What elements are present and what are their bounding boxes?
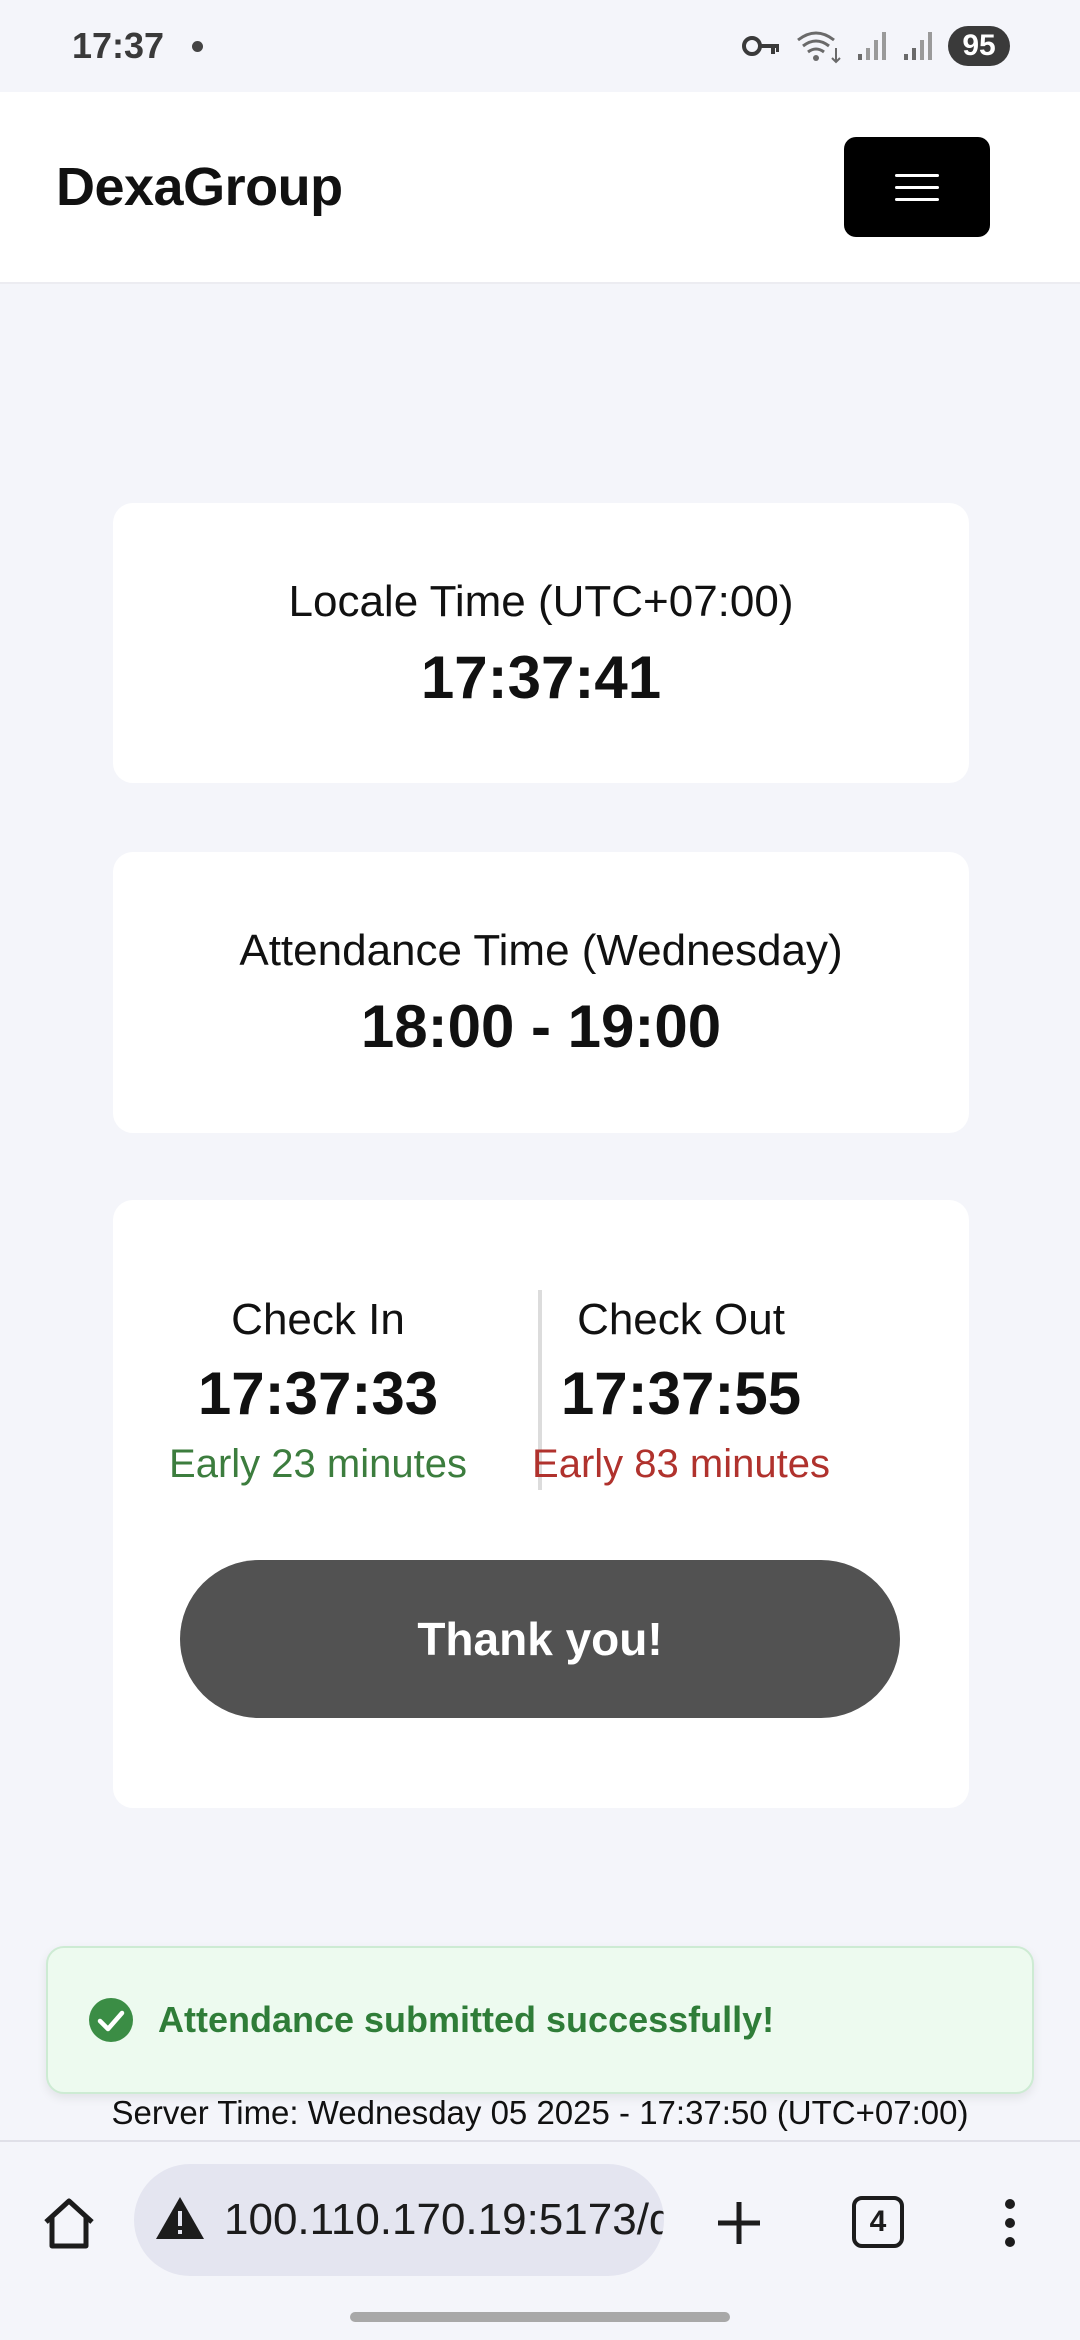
status-left: 17:37 (72, 25, 204, 67)
check-out-label: Check Out (577, 1295, 785, 1344)
check-in-note: Early 23 minutes (169, 1442, 467, 1486)
battery-icon: 95 (948, 26, 1010, 66)
thank-you-button[interactable]: Thank you! (180, 1560, 900, 1718)
toast-message: Attendance submitted successfully! (158, 1999, 775, 2040)
check-out-note: Early 83 minutes (532, 1442, 830, 1486)
vpn-key-icon (742, 32, 782, 60)
tabs-icon[interactable]: 4 (852, 2196, 904, 2248)
check-circle-icon (88, 1997, 134, 2043)
warning-icon[interactable] (154, 2195, 206, 2246)
url-bar[interactable]: 100.110.170.19:5173/d (134, 2164, 664, 2276)
locale-time-value: 17:37:41 (420, 644, 662, 711)
attendance-time-card: Attendance Time (Wednesday) 18:00 - 19:0… (113, 852, 969, 1133)
hamburger-menu-icon (895, 197, 939, 201)
locale-time-card: Locale Time (UTC+07:00) 17:37:41 (113, 503, 969, 783)
home-icon[interactable] (38, 2192, 100, 2254)
status-right: 95 (742, 26, 1010, 66)
more-vert-icon[interactable] (996, 2192, 1024, 2254)
locale-time-label: Locale Time (UTC+07:00) (288, 577, 794, 626)
menu-button[interactable] (844, 137, 990, 237)
plus-icon[interactable] (708, 2192, 770, 2254)
app-header: DexaGroup (0, 92, 1080, 284)
success-toast[interactable]: Attendance submitted successfully! (46, 1946, 1034, 2094)
status-time: 17:37 (72, 25, 165, 66)
wifi-icon (796, 28, 842, 64)
check-in-label: Check In (231, 1295, 405, 1344)
attendance-time-label: Attendance Time (Wednesday) (239, 926, 843, 975)
server-time: Server Time: Wednesday 05 2025 - 17:37:5… (111, 2094, 969, 2131)
check-in-time: 17:37:33 (197, 1360, 439, 1427)
notification-dot-icon (192, 40, 204, 52)
browser-toolbar: 100.110.170.19:5173/d 4 (0, 2140, 1080, 2340)
check-out-time: 17:37:55 (560, 1360, 802, 1427)
gesture-bar (350, 2312, 730, 2322)
check-card: Check In 17:37:33 Early 23 minutes Check… (113, 1200, 969, 1808)
url-text[interactable]: 100.110.170.19:5173/d (224, 2195, 664, 2245)
signal-icon (902, 30, 934, 62)
status-bar: 17:37 95 (0, 0, 1080, 92)
page: 17:37 95 DexaGroup Locale Time (UTC+07:0… (0, 0, 1080, 2340)
hamburger-menu-icon (895, 173, 939, 177)
hamburger-menu-icon (895, 185, 939, 189)
brand-title[interactable]: DexaGroup (56, 156, 343, 218)
attendance-time-range: 18:00 - 19:00 (360, 993, 722, 1060)
check-out-column: Check Out 17:37:55 Early 83 minutes (521, 1295, 841, 1487)
check-in-column: Check In 17:37:33 Early 23 minutes (158, 1295, 478, 1487)
signal-icon (856, 30, 888, 62)
